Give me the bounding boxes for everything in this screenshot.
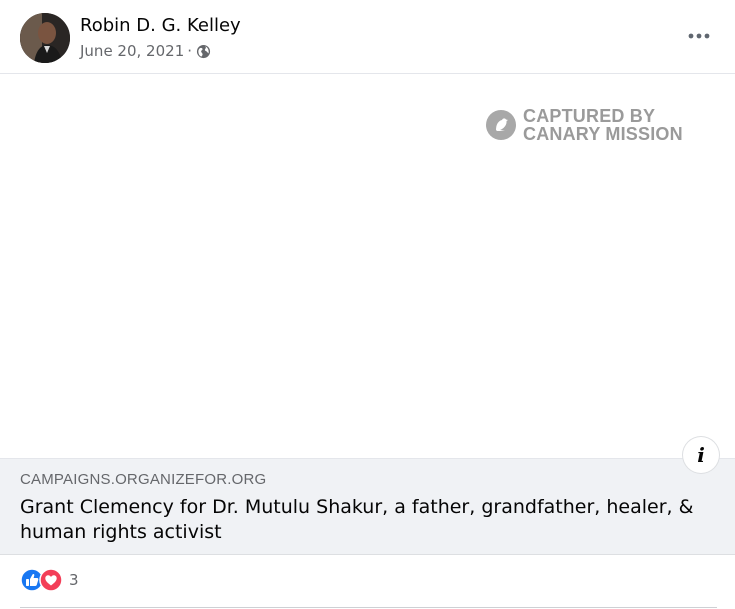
watermark-text: CAPTURED BY CANARY MISSION bbox=[523, 107, 683, 143]
divider bbox=[20, 607, 717, 608]
watermark-line-2: CANARY MISSION bbox=[523, 124, 683, 144]
reaction-count[interactable]: 3 bbox=[69, 571, 79, 589]
watermark: CAPTURED BY CANARY MISSION bbox=[486, 107, 683, 143]
love-icon bbox=[39, 568, 63, 592]
link-title[interactable]: Grant Clemency for Dr. Mutulu Shakur, a … bbox=[20, 495, 710, 545]
meta-separator: · bbox=[187, 42, 193, 60]
author-name[interactable]: Robin D. G. Kelley bbox=[80, 15, 241, 36]
post-date[interactable]: June 20, 2021 bbox=[80, 42, 184, 60]
avatar-photo-icon bbox=[20, 13, 70, 63]
post-image[interactable]: CAPTURED BY CANARY MISSION bbox=[0, 75, 735, 458]
more-options-icon bbox=[688, 33, 710, 39]
post-meta: June 20, 2021 · bbox=[80, 42, 211, 60]
bird-icon bbox=[496, 118, 508, 131]
more-options-button[interactable] bbox=[687, 26, 711, 46]
link-domain: CAMPAIGNS.ORGANIZEFOR.ORG bbox=[20, 471, 267, 488]
canary-logo-icon bbox=[486, 110, 516, 140]
facebook-post: Robin D. G. Kelley June 20, 2021 · CAPTU… bbox=[0, 0, 735, 609]
author-avatar[interactable] bbox=[20, 13, 70, 63]
info-icon: i bbox=[697, 443, 705, 467]
globe-icon[interactable] bbox=[196, 44, 211, 59]
reactions-summary[interactable]: 3 bbox=[20, 568, 79, 592]
watermark-line-1: CAPTURED BY bbox=[523, 106, 656, 126]
info-button[interactable]: i bbox=[683, 437, 719, 473]
post-header: Robin D. G. Kelley June 20, 2021 · bbox=[0, 0, 735, 74]
link-preview[interactable]: CAMPAIGNS.ORGANIZEFOR.ORG Grant Clemency… bbox=[0, 458, 735, 555]
